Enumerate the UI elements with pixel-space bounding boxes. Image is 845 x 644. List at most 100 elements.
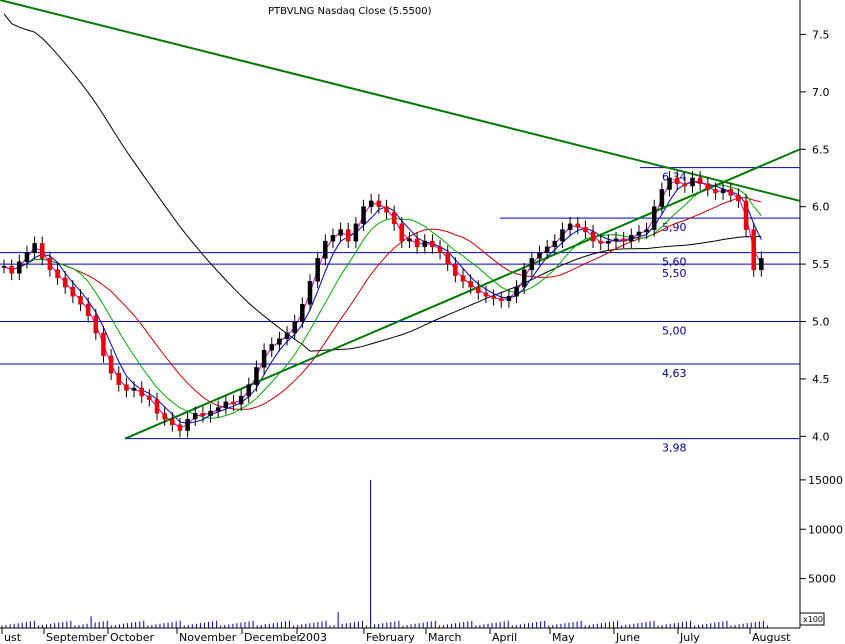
price-bar	[506, 295, 512, 302]
price-bar	[139, 387, 144, 397]
price-bar	[414, 238, 420, 248]
price-bar	[323, 240, 328, 259]
price-bar	[292, 321, 297, 334]
price-bar	[70, 286, 76, 297]
price-bar	[491, 295, 496, 299]
price-bar	[330, 235, 336, 242]
price-bar	[177, 424, 183, 431]
price-bar	[713, 189, 718, 194]
price-bar	[422, 240, 427, 248]
month-label: April	[492, 631, 517, 644]
price-bar	[124, 384, 129, 391]
price-bar	[521, 269, 527, 288]
price-bar	[215, 407, 221, 412]
month-label: June	[615, 631, 640, 644]
level-label: 5,00	[662, 324, 687, 337]
price-bar	[674, 177, 680, 184]
month-label: July	[679, 631, 700, 644]
price-bar	[108, 355, 114, 374]
price-tick-label: 6.0	[812, 201, 830, 214]
price-bar	[560, 229, 565, 242]
price-bar	[361, 206, 366, 225]
price-bar	[751, 229, 756, 271]
volume-multiplier-label: x100	[803, 615, 823, 624]
price-bar	[17, 261, 22, 274]
price-bar	[116, 372, 121, 385]
price-bar	[705, 183, 711, 190]
price-bar	[147, 395, 152, 400]
level-label: 3,98	[662, 442, 687, 455]
price-bar	[193, 413, 198, 420]
price-bar	[238, 395, 244, 405]
price-bar	[353, 223, 359, 242]
price-bar	[453, 263, 458, 276]
price-bar	[445, 252, 450, 265]
price-bar	[269, 344, 274, 351]
volume-tick-label: 15000	[808, 474, 843, 487]
price-bar	[85, 304, 91, 316]
month-label: October	[110, 631, 154, 644]
price-bar	[9, 266, 14, 274]
price-bar	[338, 229, 343, 236]
price-bar	[644, 229, 649, 233]
price-bar	[682, 183, 688, 187]
price-bar	[246, 384, 252, 397]
price-bar	[162, 413, 167, 420]
price-bar	[62, 277, 68, 288]
price-bar	[476, 286, 481, 294]
price-bar	[170, 418, 175, 426]
price-bar	[743, 200, 749, 230]
price-bar	[376, 200, 382, 207]
month-label: November	[179, 631, 237, 644]
price-bar	[346, 229, 351, 242]
stock-chart: 6,345,905,605,505,004,633,98 x100 4.04.5…	[0, 0, 845, 644]
price-bar	[47, 258, 53, 271]
price-bar	[529, 258, 535, 271]
price-bar	[606, 240, 611, 244]
price-bar	[552, 240, 558, 248]
price-bar	[575, 223, 580, 228]
price-bar	[40, 243, 45, 259]
price-bar	[391, 212, 397, 225]
price-bar	[544, 246, 550, 253]
price-bar	[78, 295, 83, 305]
month-label: September	[46, 631, 107, 644]
price-tick-label: 6.5	[812, 143, 830, 156]
month-label: May	[552, 631, 575, 644]
price-bar	[277, 338, 282, 345]
month-label: February	[366, 631, 415, 644]
price-bar	[659, 189, 665, 207]
month-label: ust	[4, 631, 22, 644]
price-bar	[254, 367, 259, 385]
price-bar	[613, 238, 619, 242]
price-bar	[567, 223, 573, 230]
price-bar	[55, 269, 60, 279]
price-bar	[590, 231, 596, 242]
price-bar	[208, 410, 213, 416]
price-bar	[284, 332, 290, 339]
price-bar	[307, 281, 313, 305]
level-label: 4,63	[662, 367, 687, 380]
price-bar	[667, 177, 672, 190]
price-bar	[131, 387, 137, 391]
chart-background	[0, 0, 845, 644]
month-label: December	[244, 631, 302, 644]
month-label: 2003	[299, 631, 327, 644]
price-bar	[583, 227, 588, 233]
price-bar	[437, 246, 443, 253]
volume-tick-label: 10000	[808, 523, 843, 536]
price-bar	[537, 252, 542, 259]
price-bar	[24, 252, 30, 263]
price-bar	[514, 286, 519, 297]
price-bar	[697, 177, 703, 184]
price-bar	[384, 206, 389, 213]
price-bar	[736, 194, 741, 202]
price-bar	[368, 200, 374, 207]
price-bar	[315, 258, 320, 282]
price-bar	[101, 332, 106, 357]
price-bar	[690, 177, 695, 187]
price-bar	[231, 401, 236, 405]
price-bar	[223, 401, 229, 408]
price-tick-label: 5.5	[812, 258, 830, 271]
price-bar	[154, 399, 160, 414]
